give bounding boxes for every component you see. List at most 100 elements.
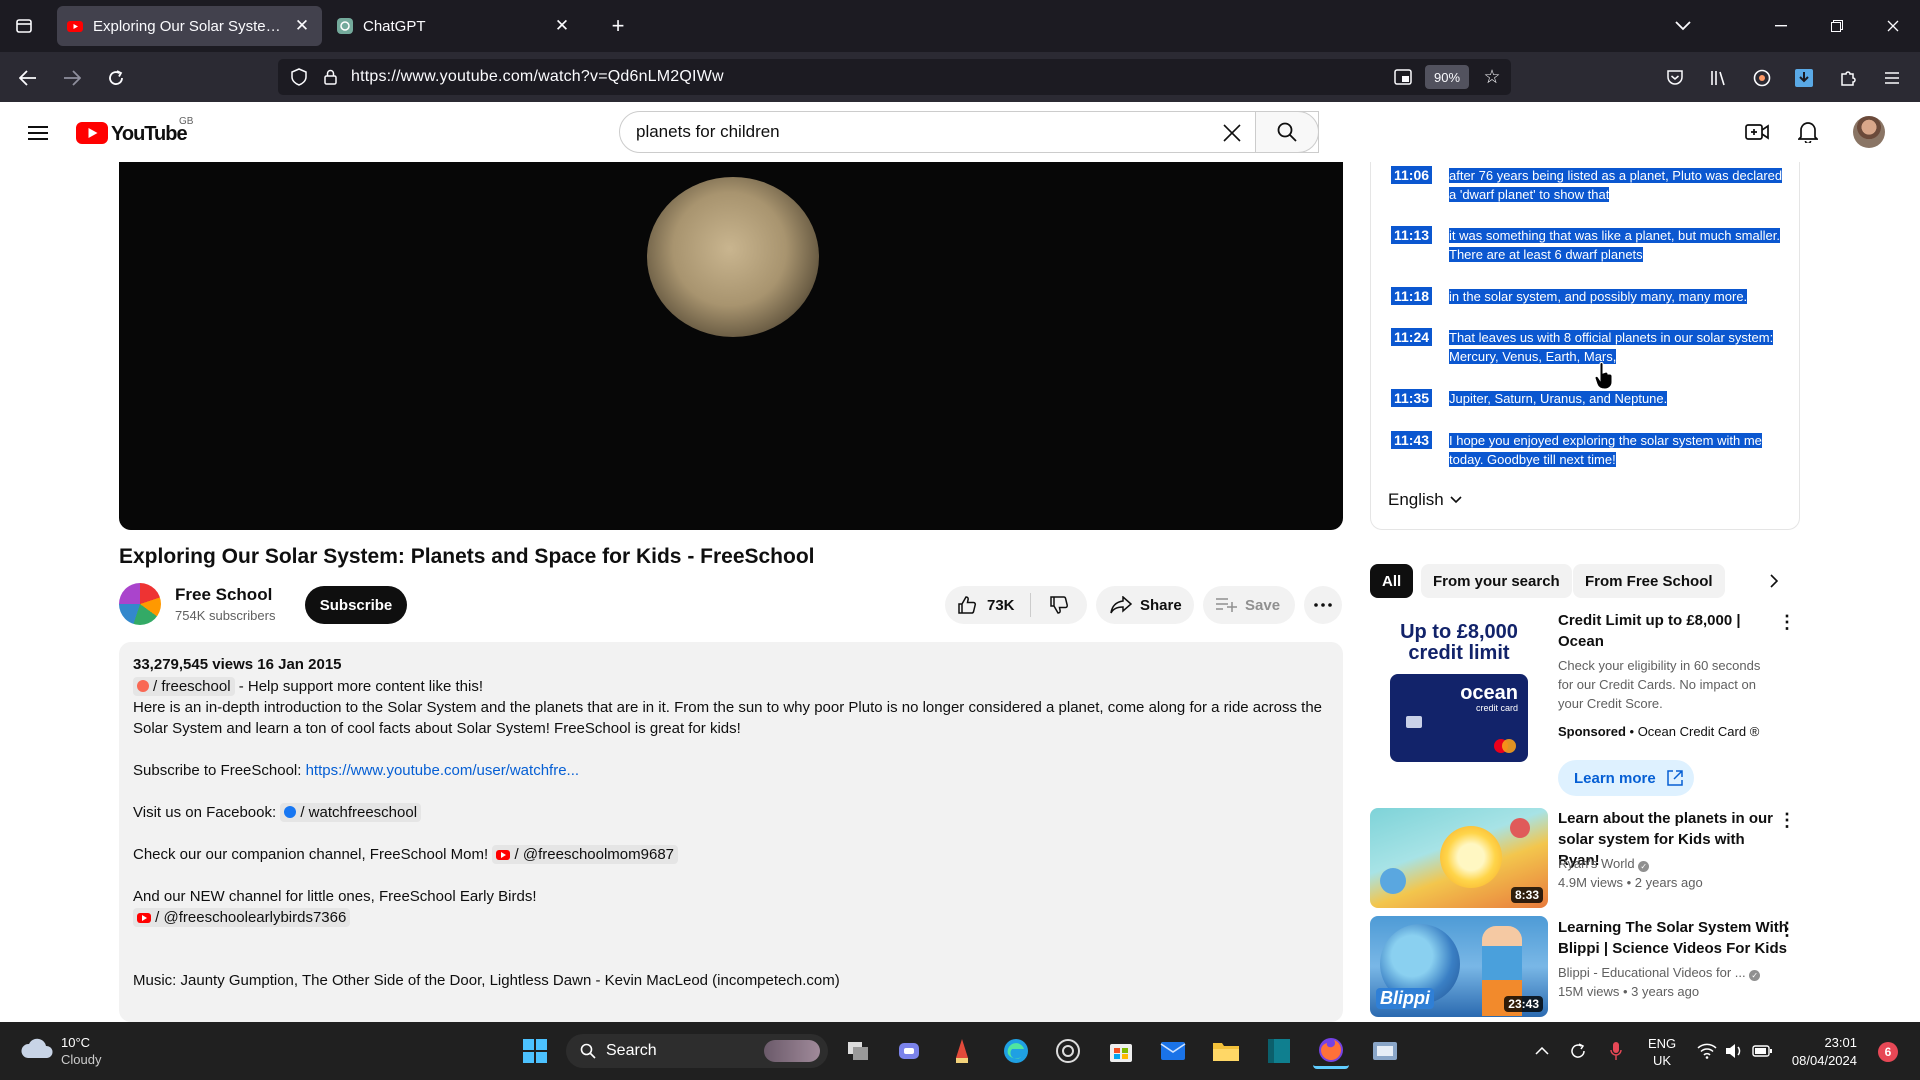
clear-search-icon[interactable] <box>1218 119 1246 147</box>
reload-icon[interactable] <box>100 62 132 94</box>
teal-app-icon[interactable] <box>1261 1033 1297 1069</box>
related-video-channel[interactable]: Blippi - Educational Videos for ... ✓ <box>1558 965 1761 981</box>
segment-timestamp[interactable]: 11:35 <box>1391 389 1433 407</box>
tab-youtube[interactable]: Exploring Our Solar System: Pla ✕ <box>57 6 322 46</box>
paint-app-icon[interactable] <box>1367 1033 1403 1069</box>
minimize-icon[interactable] <box>1758 8 1804 44</box>
youtube-mini-icon <box>137 913 151 923</box>
reader-view-icon[interactable] <box>1391 65 1415 89</box>
related-video-thumbnail[interactable]: 8:33 <box>1370 808 1548 908</box>
filter-chip-from-free-school[interactable]: From Free School <box>1573 564 1725 598</box>
close-window-icon[interactable] <box>1870 8 1916 44</box>
segment-timestamp[interactable]: 11:13 <box>1391 226 1433 244</box>
close-tab-icon[interactable]: ✕ <box>292 16 312 36</box>
channel-name[interactable]: Free School <box>175 585 272 605</box>
tab-chatgpt[interactable]: ChatGPT ✕ <box>327 6 582 46</box>
save-button[interactable]: Save <box>1203 586 1295 624</box>
related-more-icon[interactable]: ⋮ <box>1777 917 1797 941</box>
companion-channel-link[interactable]: / @freeschoolmom9687 <box>492 845 679 864</box>
lock-icon[interactable] <box>318 64 342 90</box>
browser-tab-bar: Exploring Our Solar System: Pla ✕ ChatGP… <box>0 0 1920 52</box>
search-button[interactable] <box>1255 111 1319 153</box>
zoom-level-badge[interactable]: 90% <box>1425 65 1469 89</box>
subscribe-link[interactable]: https://www.youtube.com/user/watchfre... <box>306 762 579 779</box>
pencil-app-icon[interactable] <box>944 1033 980 1069</box>
notification-count-badge[interactable]: 6 <box>1878 1042 1898 1062</box>
more-actions-button[interactable] <box>1304 586 1342 624</box>
pocket-icon[interactable] <box>1659 62 1691 94</box>
menu-hamburger-icon[interactable] <box>1876 62 1908 94</box>
patreon-link[interactable]: / freeschool <box>133 677 235 696</box>
like-button[interactable]: 73K <box>945 593 1031 617</box>
segment-timestamp[interactable]: 11:18 <box>1391 287 1433 305</box>
related-video-channel[interactable]: Ryan's World ✓ <box>1558 856 1650 872</box>
firefox-taskbar-icon[interactable] <box>1313 1033 1349 1069</box>
extension-ublock-icon[interactable] <box>1746 62 1778 94</box>
forward-icon[interactable] <box>56 62 88 94</box>
related-more-icon[interactable]: ⋮ <box>1777 808 1797 832</box>
start-windows-icon[interactable] <box>517 1033 553 1069</box>
language-label: English <box>1388 490 1444 509</box>
chips-scroll-right-icon[interactable] <box>1764 570 1784 592</box>
share-button[interactable]: Share <box>1096 586 1194 624</box>
segment-timestamp[interactable]: 11:24 <box>1391 328 1433 346</box>
search-input[interactable] <box>636 112 1196 152</box>
segment-text: I hope you enjoyed exploring the solar s… <box>1449 433 1762 448</box>
notifications-bell-icon[interactable] <box>1793 117 1823 147</box>
file-explorer-icon[interactable] <box>1208 1033 1244 1069</box>
teams-chat-icon[interactable] <box>892 1033 928 1069</box>
tracking-shield-icon[interactable] <box>286 64 312 90</box>
list-all-tabs-icon[interactable] <box>1668 11 1698 41</box>
search-box <box>619 111 1319 153</box>
ad-title[interactable]: Credit Limit up to £8,000 | Ocean <box>1558 610 1768 652</box>
weather-widget[interactable]: 10°C Cloudy <box>61 1034 101 1068</box>
channel-avatar[interactable] <box>119 583 161 625</box>
video-duration: 8:33 <box>1510 887 1543 903</box>
tab-list-icon[interactable] <box>9 11 39 41</box>
taskbar-search-box[interactable]: Search <box>566 1034 828 1068</box>
battery-icon[interactable] <box>1744 1033 1780 1069</box>
download-icon[interactable] <box>1788 62 1820 94</box>
library-icon[interactable] <box>1703 62 1735 94</box>
facebook-link[interactable]: / watchfreeschool <box>280 803 422 822</box>
video-player[interactable] <box>119 162 1343 530</box>
segment-timestamp[interactable]: 11:06 <box>1391 166 1433 184</box>
close-tab-icon[interactable]: ✕ <box>552 16 572 36</box>
chatgpt-app-icon[interactable] <box>1050 1033 1086 1069</box>
segment-timestamp[interactable]: 11:43 <box>1391 431 1433 449</box>
system-clock[interactable]: 23:01 08/04/2024 <box>1787 1034 1857 1070</box>
earlybirds-channel-link[interactable]: / @freeschoolearlybirds7366 <box>133 908 351 927</box>
ad-more-icon[interactable]: ⋮ <box>1777 610 1797 634</box>
filter-chip-from-your-search[interactable]: From your search <box>1421 564 1572 598</box>
bookmark-star-icon[interactable]: ☆ <box>1480 65 1504 89</box>
dislike-button[interactable] <box>1031 595 1087 615</box>
transcript-language-dropdown[interactable]: English <box>1388 490 1462 510</box>
task-view-icon[interactable] <box>840 1033 876 1069</box>
restore-icon[interactable] <box>1814 8 1860 44</box>
learn-more-button[interactable]: Learn more <box>1558 760 1694 796</box>
new-tab-icon[interactable]: + <box>603 11 633 41</box>
video-description[interactable]: 33,279,545 views 16 Jan 2015 / freeschoo… <box>119 642 1343 1022</box>
user-avatar[interactable] <box>1853 116 1885 148</box>
subscribe-button[interactable]: Subscribe <box>305 586 407 624</box>
extensions-puzzle-icon[interactable] <box>1832 62 1864 94</box>
create-video-icon[interactable] <box>1742 117 1772 147</box>
mail-icon[interactable] <box>1155 1033 1191 1069</box>
filter-chip-all[interactable]: All <box>1370 564 1414 598</box>
guide-menu-icon[interactable] <box>24 119 52 147</box>
show-hidden-icons-chevron[interactable] <box>1524 1033 1560 1069</box>
weather-cloud-icon[interactable] <box>20 1036 54 1064</box>
segment-text: after 76 years being listed as a planet,… <box>1449 168 1783 183</box>
back-icon[interactable] <box>12 62 44 94</box>
input-language-indicator[interactable]: ENG UK <box>1648 1035 1676 1069</box>
microsoft-store-icon[interactable] <box>1103 1033 1139 1069</box>
related-video-title[interactable]: Learning The Solar System With Blippi | … <box>1558 917 1788 959</box>
edge-browser-icon[interactable] <box>998 1033 1034 1069</box>
patreon-line: / freeschool - Help support more content… <box>133 676 483 697</box>
related-video-thumbnail[interactable]: Blippi 23:43 <box>1370 916 1548 1017</box>
url-bar[interactable]: https://www.youtube.com/watch?v=Qd6nLM2Q… <box>278 59 1511 95</box>
microphone-icon[interactable] <box>1598 1033 1634 1069</box>
youtube-favicon-icon <box>67 21 83 32</box>
youtube-logo[interactable]: YouTube <box>76 121 196 145</box>
sync-tray-icon[interactable] <box>1560 1033 1596 1069</box>
